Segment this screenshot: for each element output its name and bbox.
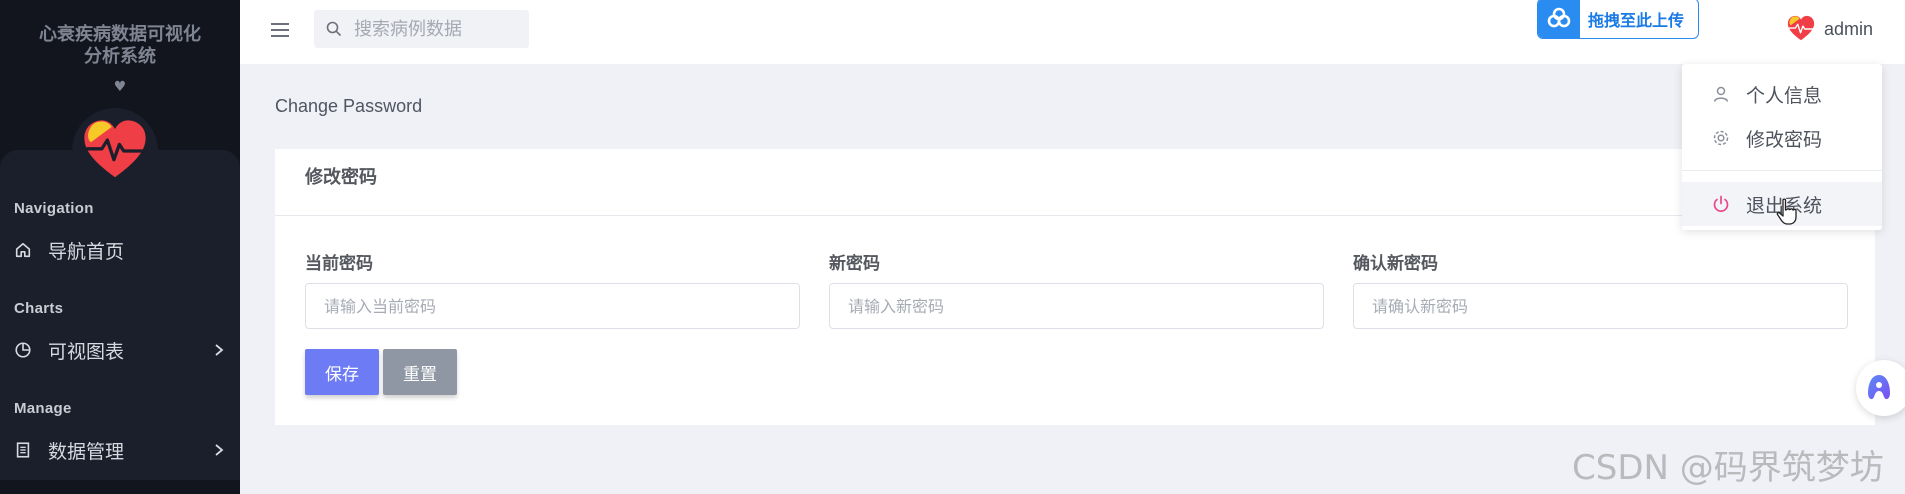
user-icon (1713, 86, 1729, 102)
section-title-manage: Manage (14, 400, 72, 417)
assistant-float-button[interactable] (1856, 360, 1905, 416)
watermark: CSDN @码界筑梦坊 (1572, 448, 1884, 488)
confirm-password-label: 确认新密码 (1353, 254, 1438, 274)
sidebar-item-label: 导航首页 (48, 240, 125, 263)
change-password-card: 修改密码 当前密码 新密码 确认新密码 保存 重置 (275, 149, 1875, 425)
cloud-upload-icon (1538, 0, 1580, 38)
sidebar: 心衰疾病数据可视化 分析系统 ♥ Navigation 导航首页 Charts … (0, 0, 240, 494)
section-title-charts: Charts (14, 300, 64, 317)
sidebar-item-label: 数据管理 (48, 440, 125, 463)
user-menu-trigger[interactable]: admin (1786, 14, 1873, 44)
confirm-password-input[interactable] (1353, 283, 1848, 329)
section-title-navigation: Navigation (14, 200, 94, 217)
page-title: Change Password (275, 96, 423, 116)
hand-cursor-icon (1776, 198, 1797, 225)
heart-icon: ♥ (113, 79, 127, 95)
user-name: admin (1824, 18, 1874, 39)
brand: 心衰疾病数据可视化 分析系统 ♥ (0, 0, 240, 98)
divider (275, 215, 1875, 216)
new-password-input[interactable] (829, 283, 1324, 329)
top-header: 拖拽至此上传 admin (240, 0, 1905, 64)
menu-item-label: 个人信息 (1746, 84, 1823, 107)
home-icon (14, 241, 32, 259)
brand-title-line2: 分析系统 (84, 46, 156, 67)
menu-item-profile[interactable]: 个人信息 (1682, 72, 1882, 116)
pie-chart-icon (14, 341, 32, 359)
document-icon (14, 441, 32, 459)
power-icon (1713, 195, 1729, 212)
reset-button[interactable]: 重置 (383, 349, 457, 395)
sidebar-item-label: 可视图表 (48, 340, 125, 363)
divider (1682, 170, 1882, 171)
current-password-input[interactable] (305, 283, 800, 329)
current-password-label: 当前密码 (305, 254, 373, 274)
menu-item-change-password[interactable]: 修改密码 (1682, 116, 1882, 160)
card-title: 修改密码 (305, 167, 377, 188)
sidebar-item-home[interactable]: 导航首页 (14, 235, 226, 265)
logo (72, 108, 158, 194)
assistant-logo-icon (1868, 375, 1890, 400)
brand-title-line1: 心衰疾病数据可视化 (39, 24, 201, 45)
menu-toggle-icon[interactable] (270, 20, 290, 40)
search-box (314, 10, 529, 48)
upload-drop-zone[interactable]: 拖拽至此上传 (1537, 0, 1699, 39)
sidebar-item-data-manage[interactable]: 数据管理 (14, 435, 226, 465)
save-button[interactable]: 保存 (305, 349, 379, 395)
search-input[interactable] (354, 18, 514, 40)
chevron-right-icon (215, 344, 224, 356)
gear-icon (1713, 130, 1729, 146)
user-avatar-heart-icon (1787, 15, 1815, 41)
search-icon (326, 21, 342, 37)
new-password-label: 新密码 (829, 254, 880, 274)
sidebar-item-charts[interactable]: 可视图表 (14, 335, 226, 365)
upload-label: 拖拽至此上传 (1588, 10, 1685, 30)
heart-pulse-logo-icon (84, 120, 146, 178)
chevron-right-icon (215, 444, 224, 456)
menu-item-label: 修改密码 (1746, 128, 1823, 151)
